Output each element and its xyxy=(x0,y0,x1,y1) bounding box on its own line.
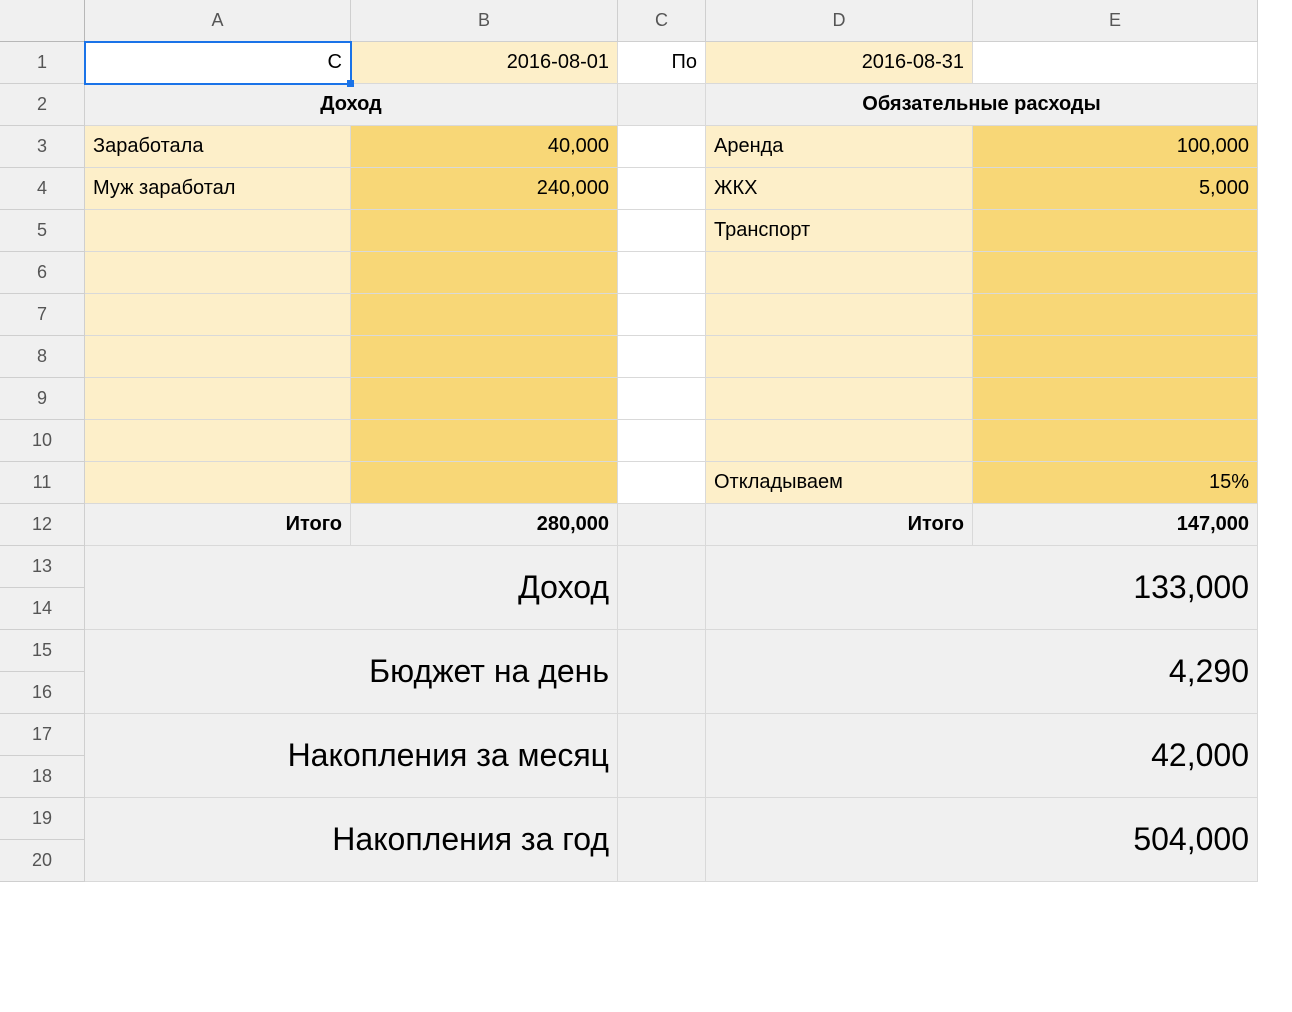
row-header-13[interactable]: 13 xyxy=(0,546,85,588)
row-header-4[interactable]: 4 xyxy=(0,168,85,210)
cell-E10[interactable] xyxy=(973,420,1258,462)
income-label-1[interactable]: Муж заработал xyxy=(85,168,351,210)
row-header-16[interactable]: 16 xyxy=(0,672,85,714)
cell-E6[interactable] xyxy=(973,252,1258,294)
cell-D8[interactable] xyxy=(706,336,973,378)
row-header-8[interactable]: 8 xyxy=(0,336,85,378)
cell-C12[interactable] xyxy=(618,504,706,546)
cell-A5[interactable] xyxy=(85,210,351,252)
col-header-B[interactable]: B xyxy=(351,0,618,42)
cell-E7[interactable] xyxy=(973,294,1258,336)
cell-D10[interactable] xyxy=(706,420,973,462)
cell-A11[interactable] xyxy=(85,462,351,504)
col-header-A[interactable]: A xyxy=(85,0,351,42)
cell-C6[interactable] xyxy=(618,252,706,294)
cell-C1718[interactable] xyxy=(618,714,706,798)
cell-A10[interactable] xyxy=(85,420,351,462)
cell-C2[interactable] xyxy=(618,84,706,126)
cell-D9[interactable] xyxy=(706,378,973,420)
cell-B7[interactable] xyxy=(351,294,618,336)
col-header-E[interactable]: E xyxy=(973,0,1258,42)
cell-A9[interactable] xyxy=(85,378,351,420)
savings-value[interactable]: 15% xyxy=(973,462,1258,504)
income-value-1[interactable]: 240,000 xyxy=(351,168,618,210)
cell-D1[interactable]: 2016-08-31 xyxy=(706,42,973,84)
cell-B5[interactable] xyxy=(351,210,618,252)
cell-A8[interactable] xyxy=(85,336,351,378)
row-header-20[interactable]: 20 xyxy=(0,840,85,882)
row-header-9[interactable]: 9 xyxy=(0,378,85,420)
cell-A6[interactable] xyxy=(85,252,351,294)
expense-label-2[interactable]: Транспорт xyxy=(706,210,973,252)
expense-value-0[interactable]: 100,000 xyxy=(973,126,1258,168)
cell-B6[interactable] xyxy=(351,252,618,294)
cell-E1[interactable] xyxy=(973,42,1258,84)
summary-value-3[interactable]: 504,000 xyxy=(706,798,1258,882)
cell-C3[interactable] xyxy=(618,126,706,168)
cell-C9[interactable] xyxy=(618,378,706,420)
row-header-2[interactable]: 2 xyxy=(0,84,85,126)
row-header-14[interactable]: 14 xyxy=(0,588,85,630)
summary-value-2[interactable]: 42,000 xyxy=(706,714,1258,798)
expense-label-0[interactable]: Аренда xyxy=(706,126,973,168)
cell-C1516[interactable] xyxy=(618,630,706,714)
cell-C1920[interactable] xyxy=(618,798,706,882)
summary-label-2[interactable]: Накопления за месяц xyxy=(85,714,618,798)
cell-D6[interactable] xyxy=(706,252,973,294)
row-header-1[interactable]: 1 xyxy=(0,42,85,84)
summary-label-1[interactable]: Бюджет на день xyxy=(85,630,618,714)
summary-label-3[interactable]: Накопления за год xyxy=(85,798,618,882)
income-value-0[interactable]: 40,000 xyxy=(351,126,618,168)
row-header-12[interactable]: 12 xyxy=(0,504,85,546)
expense-label-1[interactable]: ЖКХ xyxy=(706,168,973,210)
cell-E9[interactable] xyxy=(973,378,1258,420)
expense-value-1[interactable]: 5,000 xyxy=(973,168,1258,210)
cell-C8[interactable] xyxy=(618,336,706,378)
row-header-15[interactable]: 15 xyxy=(0,630,85,672)
summary-value-1[interactable]: 4,290 xyxy=(706,630,1258,714)
summary-value-0[interactable]: 133,000 xyxy=(706,546,1258,630)
cell-C4[interactable] xyxy=(618,168,706,210)
income-label-0[interactable]: Заработала xyxy=(85,126,351,168)
spreadsheet-grid[interactable]: A B C D E 1 С 2016-08-01 По 2016-08-31 2… xyxy=(0,0,1258,882)
income-total-label[interactable]: Итого xyxy=(85,504,351,546)
select-all-corner[interactable] xyxy=(0,0,85,42)
row-header-6[interactable]: 6 xyxy=(0,252,85,294)
cell-A7[interactable] xyxy=(85,294,351,336)
row-header-17[interactable]: 17 xyxy=(0,714,85,756)
col-header-C[interactable]: C xyxy=(618,0,706,42)
row-header-19[interactable]: 19 xyxy=(0,798,85,840)
expenses-total-label[interactable]: Итого xyxy=(706,504,973,546)
savings-label[interactable]: Откладываем xyxy=(706,462,973,504)
cell-C1[interactable]: По xyxy=(618,42,706,84)
cell-C1314[interactable] xyxy=(618,546,706,630)
cell-C7[interactable] xyxy=(618,294,706,336)
row-header-7[interactable]: 7 xyxy=(0,294,85,336)
row-header-11[interactable]: 11 xyxy=(0,462,85,504)
expense-value-2[interactable] xyxy=(973,210,1258,252)
col-header-D[interactable]: D xyxy=(706,0,973,42)
expenses-total-value[interactable]: 147,000 xyxy=(973,504,1258,546)
row-header-3[interactable]: 3 xyxy=(0,126,85,168)
cell-C10[interactable] xyxy=(618,420,706,462)
expenses-header[interactable]: Обязательные расходы xyxy=(706,84,1258,126)
cell-B9[interactable] xyxy=(351,378,618,420)
income-total-value[interactable]: 280,000 xyxy=(351,504,618,546)
cell-B8[interactable] xyxy=(351,336,618,378)
cell-B1[interactable]: 2016-08-01 xyxy=(351,42,618,84)
income-header[interactable]: Доход xyxy=(85,84,618,126)
cell-B10[interactable] xyxy=(351,420,618,462)
row-header-18[interactable]: 18 xyxy=(0,756,85,798)
row-header-10[interactable]: 10 xyxy=(0,420,85,462)
cell-C5[interactable] xyxy=(618,210,706,252)
cell-B11[interactable] xyxy=(351,462,618,504)
cell-C11[interactable] xyxy=(618,462,706,504)
cell-D7[interactable] xyxy=(706,294,973,336)
summary-label-0[interactable]: Доход xyxy=(85,546,618,630)
cell-E8[interactable] xyxy=(973,336,1258,378)
cell-A1[interactable]: С xyxy=(85,42,351,84)
row-header-5[interactable]: 5 xyxy=(0,210,85,252)
